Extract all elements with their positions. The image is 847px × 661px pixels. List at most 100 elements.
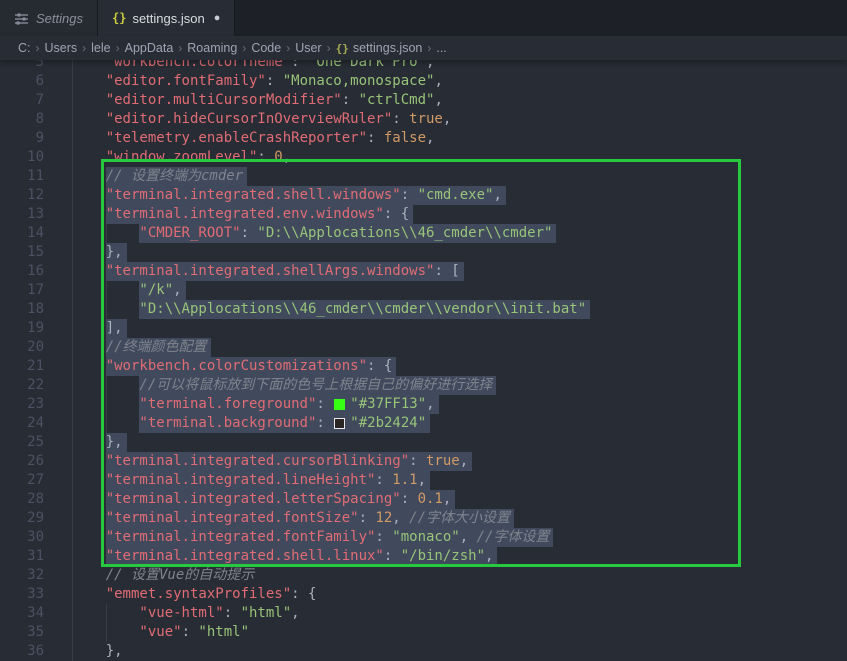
selection-highlight: "workbench.colorCustomizations": { (106, 357, 397, 376)
indent-guide (72, 623, 106, 642)
indent-guide (106, 414, 140, 433)
breadcrumb-item-lele[interactable]: lele (91, 41, 110, 55)
line-number[interactable]: 18 (0, 300, 44, 319)
line-number[interactable]: 6 (0, 72, 44, 91)
token-p: , (426, 130, 434, 146)
token-p: }, (106, 434, 123, 450)
line-number[interactable]: 31 (0, 547, 44, 566)
indent-guide (72, 338, 106, 357)
breadcrumb-item-roaming[interactable]: Roaming (187, 41, 237, 55)
line-number[interactable]: 34 (0, 604, 44, 623)
indent-guide (72, 300, 106, 319)
chevron-right-icon: › (327, 41, 331, 55)
code-line[interactable]: 28"terminal.integrated.letterSpacing": 0… (0, 490, 847, 509)
line-number[interactable]: 35 (0, 623, 44, 642)
line-number[interactable]: 22 (0, 376, 44, 395)
line-number[interactable]: 7 (0, 91, 44, 110)
breadcrumb-item-code[interactable]: Code (251, 41, 281, 55)
line-number[interactable]: 27 (0, 471, 44, 490)
line-number[interactable]: 5 (0, 60, 44, 72)
code-line[interactable]: 15}, (0, 243, 847, 262)
tab-settings[interactable]: Settings (0, 0, 98, 36)
code-line[interactable]: 6"editor.fontFamily": "Monaco,monospace"… (0, 72, 847, 91)
selection-highlight: "terminal.background": "#2b2424" (139, 414, 430, 433)
token-p: : (392, 111, 409, 127)
indent-guide (72, 585, 106, 604)
code-line[interactable]: 27"terminal.integrated.lineHeight": 1.1, (0, 471, 847, 490)
line-number[interactable]: 11 (0, 167, 44, 186)
code-line[interactable]: 11// 设置终端为cmder (0, 167, 847, 186)
code-line[interactable]: 5"workbench.colorTheme": "One Dark Pro", (0, 60, 847, 72)
code-line[interactable]: 7"editor.multiCursorModifier": "ctrlCmd"… (0, 91, 847, 110)
line-number[interactable]: 19 (0, 319, 44, 338)
line-number[interactable]: 24 (0, 414, 44, 433)
line-number[interactable]: 13 (0, 205, 44, 224)
token-p: : { (384, 206, 409, 222)
code-line[interactable]: 25}, (0, 433, 847, 452)
line-number[interactable]: 10 (0, 148, 44, 167)
token-k: "editor.hideCursorInOverviewRuler" (106, 111, 393, 127)
line-number[interactable]: 12 (0, 186, 44, 205)
line-number[interactable]: 36 (0, 642, 44, 661)
code-line[interactable]: 9"telemetry.enableCrashReporter": false, (0, 129, 847, 148)
code-line[interactable]: 23"terminal.foreground": "#37FF13", (0, 395, 847, 414)
code-line[interactable]: 30"terminal.integrated.fontFamily": "mon… (0, 528, 847, 547)
line-number[interactable]: 28 (0, 490, 44, 509)
line-number[interactable]: 9 (0, 129, 44, 148)
code-line[interactable]: 26"terminal.integrated.cursorBlinking": … (0, 452, 847, 471)
line-number[interactable]: 16 (0, 262, 44, 281)
code-line[interactable]: 8"editor.hideCursorInOverviewRuler": tru… (0, 110, 847, 129)
code-line[interactable]: 31"terminal.integrated.shell.linux": "/b… (0, 547, 847, 566)
token-k: "terminal.integrated.cursorBlinking" (106, 453, 409, 469)
code-line[interactable]: 24 "terminal.background": "#2b2424" (0, 414, 847, 433)
tab-settings-json[interactable]: {} settings.json ● (98, 0, 235, 36)
modified-dot-icon[interactable]: ● (214, 12, 221, 24)
code-line[interactable]: 10"window.zoomLevel": 0, (0, 148, 847, 167)
code-line[interactable]: 14"CMDER_ROOT": "D:\\Applocations\\46_cm… (0, 224, 847, 243)
token-s: "ctrlCmd" (359, 92, 435, 108)
chevron-right-icon: › (427, 41, 431, 55)
line-number[interactable]: 17 (0, 281, 44, 300)
line-number[interactable]: 14 (0, 224, 44, 243)
code-line[interactable]: 19], (0, 319, 847, 338)
code-line[interactable]: 35"vue": "html" (0, 623, 847, 642)
line-number[interactable]: 30 (0, 528, 44, 547)
line-number[interactable]: 25 (0, 433, 44, 452)
line-number[interactable]: 20 (0, 338, 44, 357)
code-line[interactable]: 36}, (0, 642, 847, 661)
line-number[interactable]: 8 (0, 110, 44, 129)
code-line[interactable]: 13"terminal.integrated.env.windows": { (0, 205, 847, 224)
code-line[interactable]: 12"terminal.integrated.shell.windows": "… (0, 186, 847, 205)
line-number[interactable]: 32 (0, 566, 44, 585)
code-line[interactable]: 20//终端颜色配置 (0, 338, 847, 357)
line-number[interactable]: 29 (0, 509, 44, 528)
breadcrumb-item-appdata[interactable]: AppData (125, 41, 174, 55)
token-p: }, (106, 244, 123, 260)
token-k: "terminal.integrated.shell.windows" (106, 187, 401, 203)
breadcrumb-item-users[interactable]: Users (45, 41, 78, 55)
code-line[interactable]: 18"D:\\Applocations\\46_cmder\\cmder\\ve… (0, 300, 847, 319)
code-line[interactable]: 16"terminal.integrated.shellArgs.windows… (0, 262, 847, 281)
breadcrumb-item-user[interactable]: User (295, 41, 321, 55)
code-line[interactable]: 29"terminal.integrated.fontSize": 12, //… (0, 509, 847, 528)
breadcrumb-item-settings-json[interactable]: settings.json (353, 41, 422, 55)
editor[interactable]: 5"workbench.colorTheme": "One Dark Pro",… (0, 60, 847, 661)
code-line[interactable]: 17"/k", (0, 281, 847, 300)
line-number[interactable]: 23 (0, 395, 44, 414)
line-number[interactable]: 33 (0, 585, 44, 604)
token-p: : (316, 396, 333, 412)
code-line[interactable]: 22//可以将鼠标放到下面的色号上根据自己的偏好进行选择 (0, 376, 847, 395)
line-number[interactable]: 26 (0, 452, 44, 471)
token-p: , (392, 510, 409, 526)
color-swatch-green[interactable] (334, 399, 345, 410)
indent-guide (72, 281, 106, 300)
color-swatch-dark[interactable] (334, 418, 345, 429)
line-number[interactable]: 21 (0, 357, 44, 376)
line-number[interactable]: 15 (0, 243, 44, 262)
code-line[interactable]: 34"vue-html": "html", (0, 604, 847, 623)
code-line[interactable]: 21 "workbench.colorCustomizations": { (0, 357, 847, 376)
code-line[interactable]: 32// 设置Vue的自动提示 (0, 566, 847, 585)
breadcrumb-item-drive[interactable]: C: (18, 41, 31, 55)
code-line[interactable]: 33"emmet.syntaxProfiles": { (0, 585, 847, 604)
breadcrumb-item-ellipsis[interactable]: ... (436, 41, 446, 55)
